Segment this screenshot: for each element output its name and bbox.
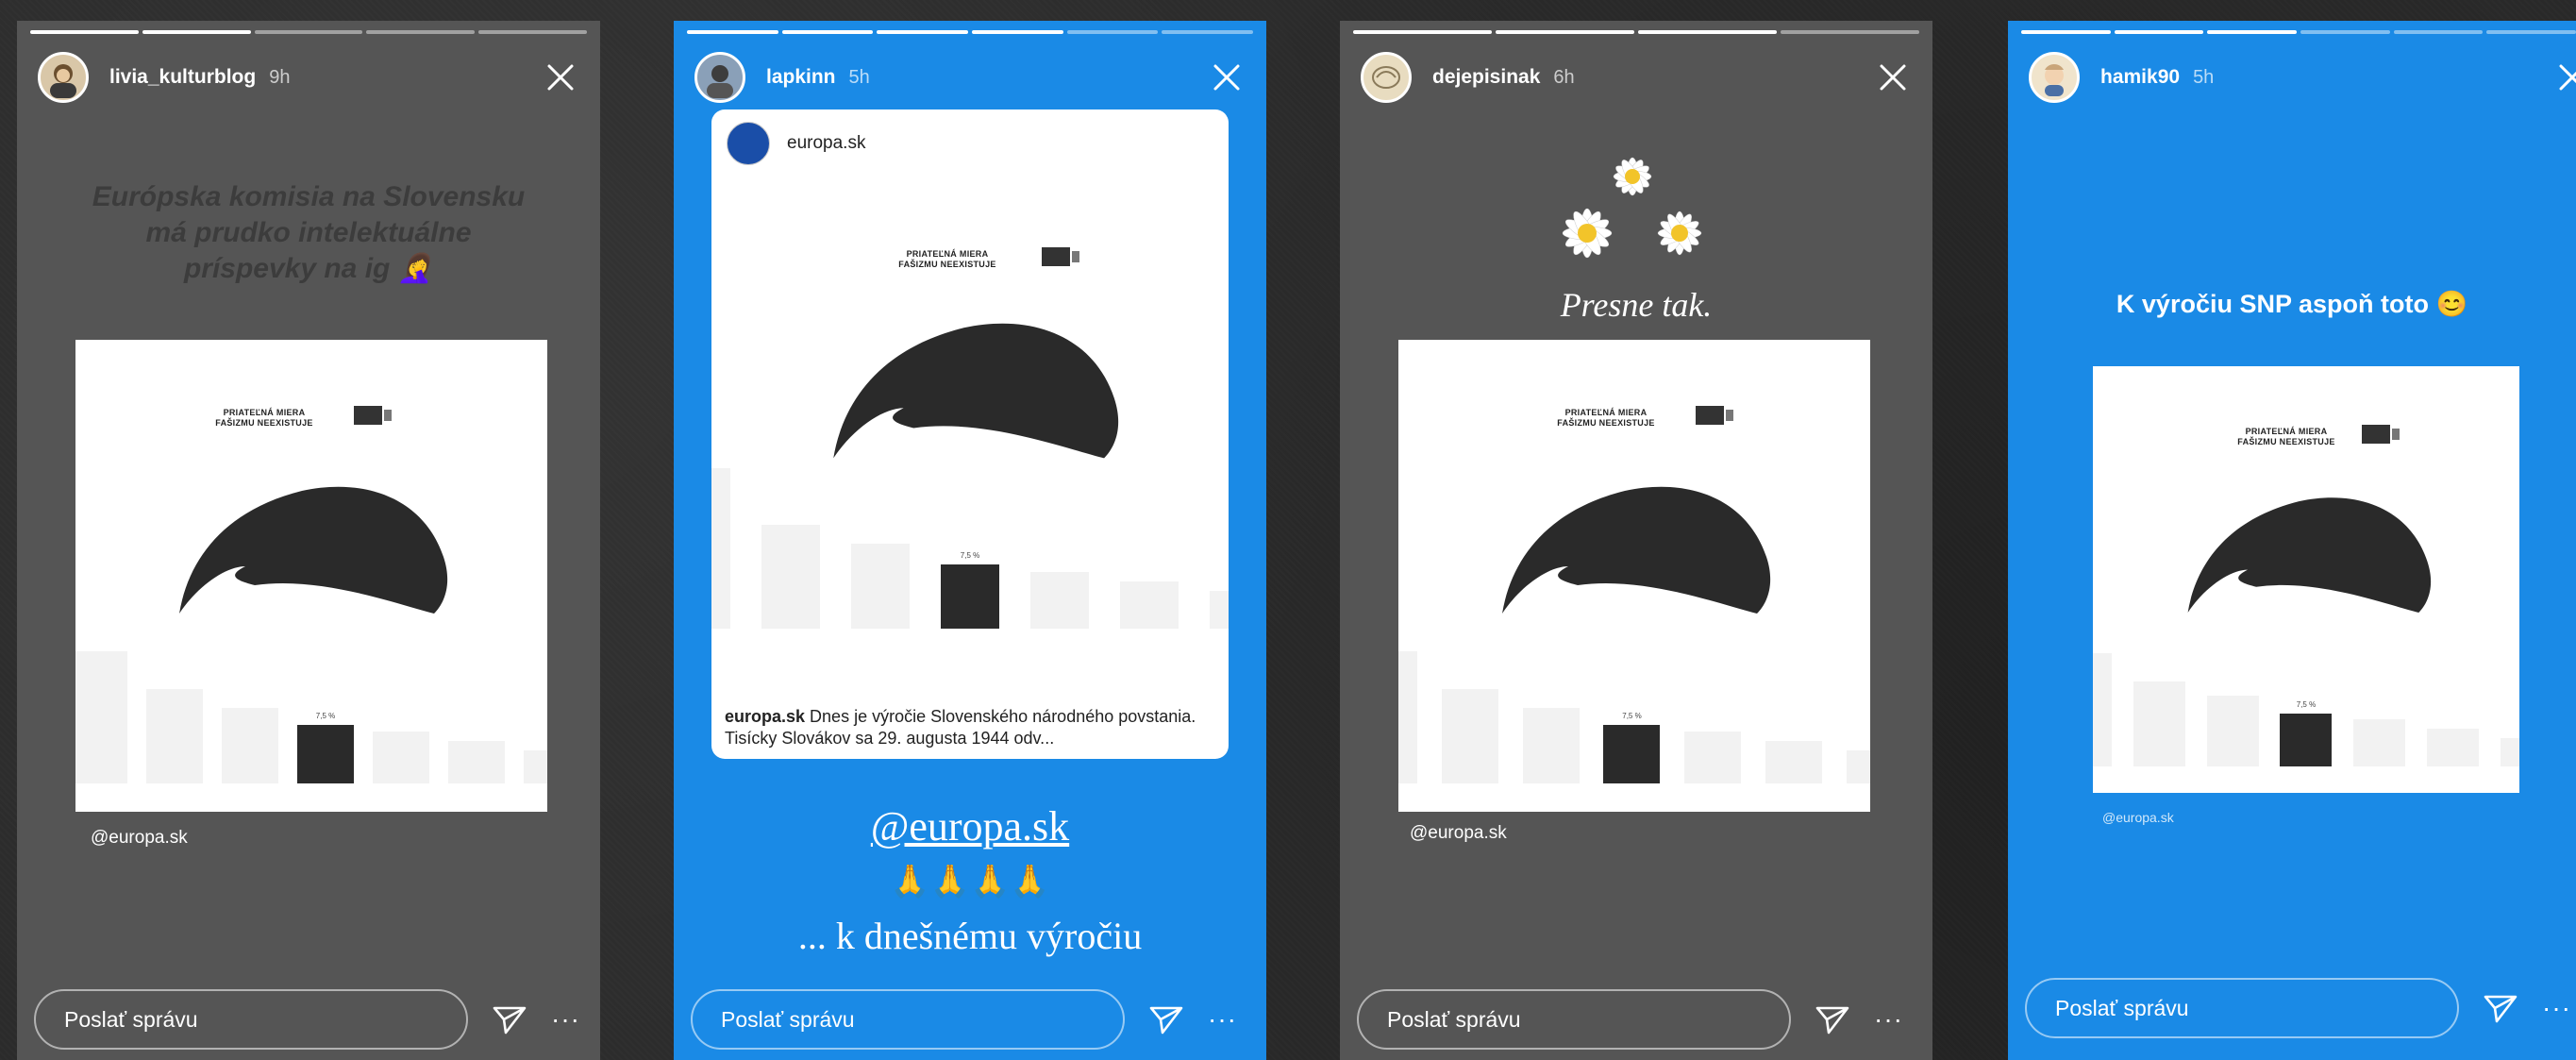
story-caption: Presne tak. (1560, 286, 1713, 324)
close-icon[interactable] (1874, 59, 1912, 96)
reply-bar: Poslať správu ··· (691, 986, 1249, 1052)
username[interactable]: livia_kulturblog (109, 66, 256, 89)
username[interactable]: lapkinn (766, 66, 836, 89)
story-caption: Európska komisia na Slovensku má prudko … (92, 181, 526, 284)
username[interactable]: dejepisinak (1432, 66, 1540, 89)
story-header: lapkinn 5h (694, 51, 1246, 104)
close-icon[interactable] (1208, 59, 1246, 96)
praying-hands-emojis: 🙏🙏🙏🙏 (890, 865, 1050, 900)
shared-post-image[interactable]: PRIATEĽNÁ MIERA FAŠIZMU NEEXISTUJE 7,5 % (2093, 366, 2519, 793)
reply-bar: Poslať správu ··· (2025, 975, 2576, 1041)
bar-chart: 7,5 % (1398, 651, 1870, 783)
eu-flag-icon (1696, 406, 1733, 425)
bar-chart: 7,5 % (2093, 653, 2519, 766)
post-age: 9h (269, 66, 291, 88)
story-header: livia_kulturblog 9h (38, 51, 579, 104)
shared-post-image[interactable]: PRIATEĽNÁ MIERA FAŠIZMU NEEXISTUJE 7,5 % (1398, 340, 1870, 812)
close-icon[interactable] (542, 59, 579, 96)
story-progress (687, 30, 1254, 34)
avatar[interactable] (694, 52, 745, 103)
send-message-field[interactable]: Poslať správu (691, 989, 1125, 1050)
send-icon[interactable] (2482, 989, 2519, 1027)
eu-flag-icon (1042, 247, 1079, 266)
embed-account[interactable]: europa.sk (787, 133, 865, 154)
embedded-post[interactable]: europa.sk PRIATEĽNÁ MIERA FAŠIZMU NEEXIS… (711, 109, 1229, 759)
username[interactable]: hamik90 (2100, 66, 2180, 89)
daisy-sticker-icon (1562, 157, 1702, 259)
mention-credit[interactable]: @europa.sk (91, 828, 188, 849)
send-icon[interactable] (1814, 1001, 1851, 1038)
story-livia-kulturblog[interactable]: livia_kulturblog 9h Európska komisia na … (17, 21, 600, 1060)
mention-credit[interactable]: @europa.sk (2102, 810, 2174, 825)
more-options-icon[interactable]: ··· (551, 1004, 580, 1035)
avatar[interactable] (1361, 52, 1412, 103)
story-dejepisinak[interactable]: dejepisinak 6h Presne tak. PRIATEĽNÁ MIE… (1340, 21, 1932, 1060)
story-header: hamik90 5h (2029, 51, 2576, 104)
story-text-line: ... k dnešnému výročiu (797, 915, 1143, 957)
story-progress (1353, 30, 1919, 34)
more-options-icon[interactable]: ··· (1874, 1004, 1903, 1035)
story-progress (2021, 30, 2576, 34)
hair-shape-icon (2187, 497, 2432, 613)
post-age: 6h (1553, 66, 1575, 88)
avatar[interactable] (38, 52, 89, 103)
reply-bar: Poslať správu ··· (1357, 986, 1915, 1052)
shared-post-image: PRIATEĽNÁ MIERA FAŠIZMU NEEXISTUJE 7,5 % (711, 185, 1229, 638)
embed-caption: europa.sk Dnes je výročie Slovenského ná… (725, 707, 1196, 748)
send-icon[interactable] (1147, 1001, 1185, 1038)
eu-flag-icon (354, 406, 392, 425)
hair-shape-icon (179, 486, 448, 614)
reply-bar: Poslať správu ··· (34, 986, 583, 1052)
story-lapkinn[interactable]: lapkinn 5h europa.sk PRIATEĽNÁ MIERA FAŠ… (674, 21, 1266, 1060)
europa-logo-icon (727, 122, 770, 165)
story-progress (30, 30, 587, 34)
send-message-field[interactable]: Poslať správu (2025, 978, 2459, 1038)
hair-shape-icon (1502, 486, 1771, 614)
story-caption: K výročiu SNP aspoň toto 😊 (2116, 290, 2468, 318)
post-age: 5h (848, 66, 870, 88)
eu-flag-icon (2362, 425, 2400, 444)
more-options-icon[interactable]: ··· (1208, 1004, 1237, 1035)
story-hamik90[interactable]: hamik90 5h K výročiu SNP aspoň toto 😊 PR… (2008, 21, 2576, 1060)
more-options-icon[interactable]: ··· (2542, 993, 2571, 1023)
avatar[interactable] (2029, 52, 2080, 103)
bar-chart: 7,5 % (75, 651, 547, 783)
story-header: dejepisinak 6h (1361, 51, 1912, 104)
send-message-field[interactable]: Poslať správu (34, 989, 468, 1050)
mention-link[interactable]: @europa.sk (674, 802, 1266, 850)
send-message-field[interactable]: Poslať správu (1357, 989, 1791, 1050)
shared-post-image[interactable]: PRIATEĽNÁ MIERA FAŠIZMU NEEXISTUJE 7,5 % (75, 340, 547, 812)
send-icon[interactable] (491, 1001, 528, 1038)
mention-credit[interactable]: @europa.sk (1410, 823, 1507, 844)
hair-shape-icon (833, 323, 1119, 459)
post-age: 5h (2193, 66, 2215, 88)
close-icon[interactable] (2553, 59, 2576, 96)
bar-chart: 7,5 % (711, 468, 1229, 629)
